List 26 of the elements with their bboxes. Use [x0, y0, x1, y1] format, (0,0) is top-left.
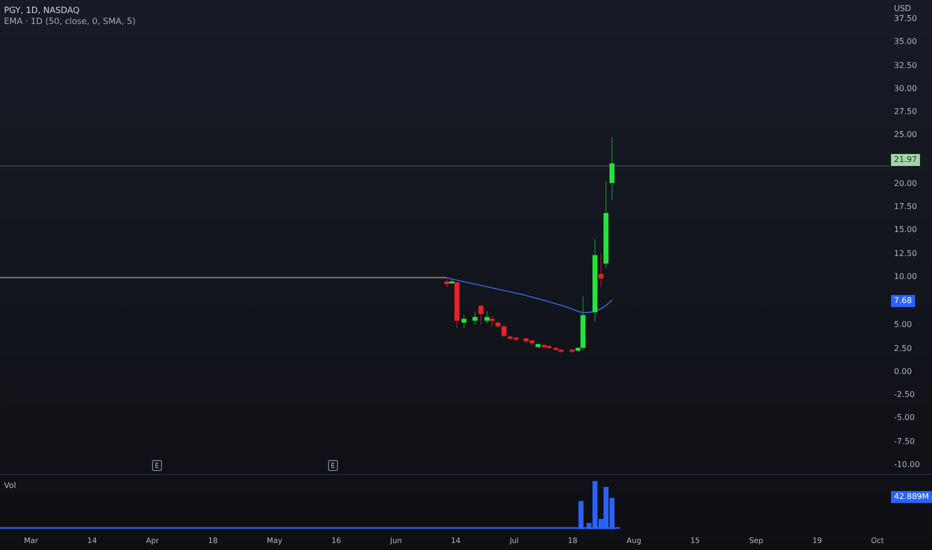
price-tick: 27.50: [894, 107, 918, 117]
currency-label: USD: [894, 4, 912, 13]
price-tick: 15.00: [894, 225, 918, 236]
candle: [462, 314, 466, 329]
price-tick: 35.00: [894, 37, 918, 48]
price-tick: 5.00: [894, 320, 913, 330]
indicator-legend: EMA · 1D (50, close, 0, SMA, 5): [4, 17, 136, 27]
price-tick: 2.50: [894, 344, 913, 354]
last-price-tag: 21.97: [891, 154, 920, 166]
price-tick: 25.00: [894, 130, 918, 140]
symbol-legend: PGY, 1D, NASDAQ: [4, 6, 136, 16]
price-tick: 20.00: [894, 178, 918, 189]
price-tick: -7.50: [894, 436, 916, 446]
price-tick: -5.00: [894, 413, 916, 424]
price-tick: 32.50: [894, 60, 918, 70]
price-tick: 30.00: [894, 84, 918, 94]
price-tick: 17.50: [894, 202, 918, 212]
ema-value-tag: 7.68: [891, 295, 915, 307]
price-tick: -2.50: [894, 390, 916, 400]
price-tick: 12.50: [894, 248, 918, 258]
price-tick: 10.00: [894, 272, 918, 282]
volume-tag: 42.889M: [891, 491, 932, 503]
volume-title: Vol: [4, 481, 16, 490]
price-tick: 37.50: [894, 14, 918, 24]
price-tick: -10.00: [894, 460, 921, 470]
price-tick: 0.00: [894, 366, 913, 377]
